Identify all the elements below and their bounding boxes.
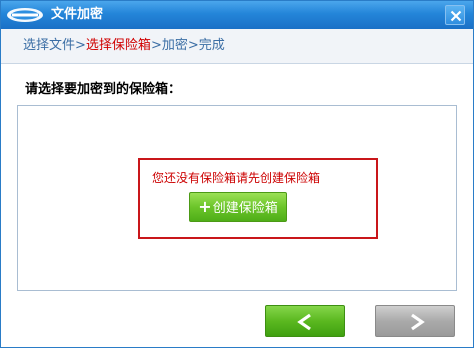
close-icon [450,10,462,22]
step-separator: > [150,38,162,53]
title-bar: 文件加密 [1,1,473,29]
dialog-footer [1,301,473,347]
step-separator: > [187,38,199,53]
back-button[interactable] [265,305,345,337]
plus-icon: + [198,197,212,216]
next-button[interactable] [375,305,455,337]
wizard-steps-bar: 选择文件>选择保险箱>加密>完成 [1,29,473,64]
step-select-safe: 选择保险箱 [85,38,151,53]
wizard-steps: 选择文件>选择保险箱>加密>完成 [23,38,225,54]
window-title: 文件加密 [51,7,104,22]
create-safe-label: 创建保险箱 [212,201,278,216]
select-safe-prompt: 请选择要加密到的保险箱： [25,82,182,97]
empty-state-message: 您还没有保险箱请先创建保险箱 [152,171,321,185]
dialog-window: 文件加密 选择文件>选择保险箱>加密>完成 请选择要加密到的保险箱： 您还没有保… [0,0,474,348]
empty-state-panel: 您还没有保险箱请先创建保险箱 +创建保险箱 [138,158,378,239]
create-safe-button[interactable]: +创建保险箱 [189,192,287,222]
arrow-left-icon [297,313,311,331]
step-encrypt: 加密 [161,38,188,53]
step-select-file: 选择文件 [23,38,76,53]
arrow-right-icon [411,313,425,331]
step-finish: 完成 [198,38,225,53]
app-logo-icon [6,7,44,23]
close-button[interactable] [445,5,465,25]
step-separator: > [75,38,86,53]
